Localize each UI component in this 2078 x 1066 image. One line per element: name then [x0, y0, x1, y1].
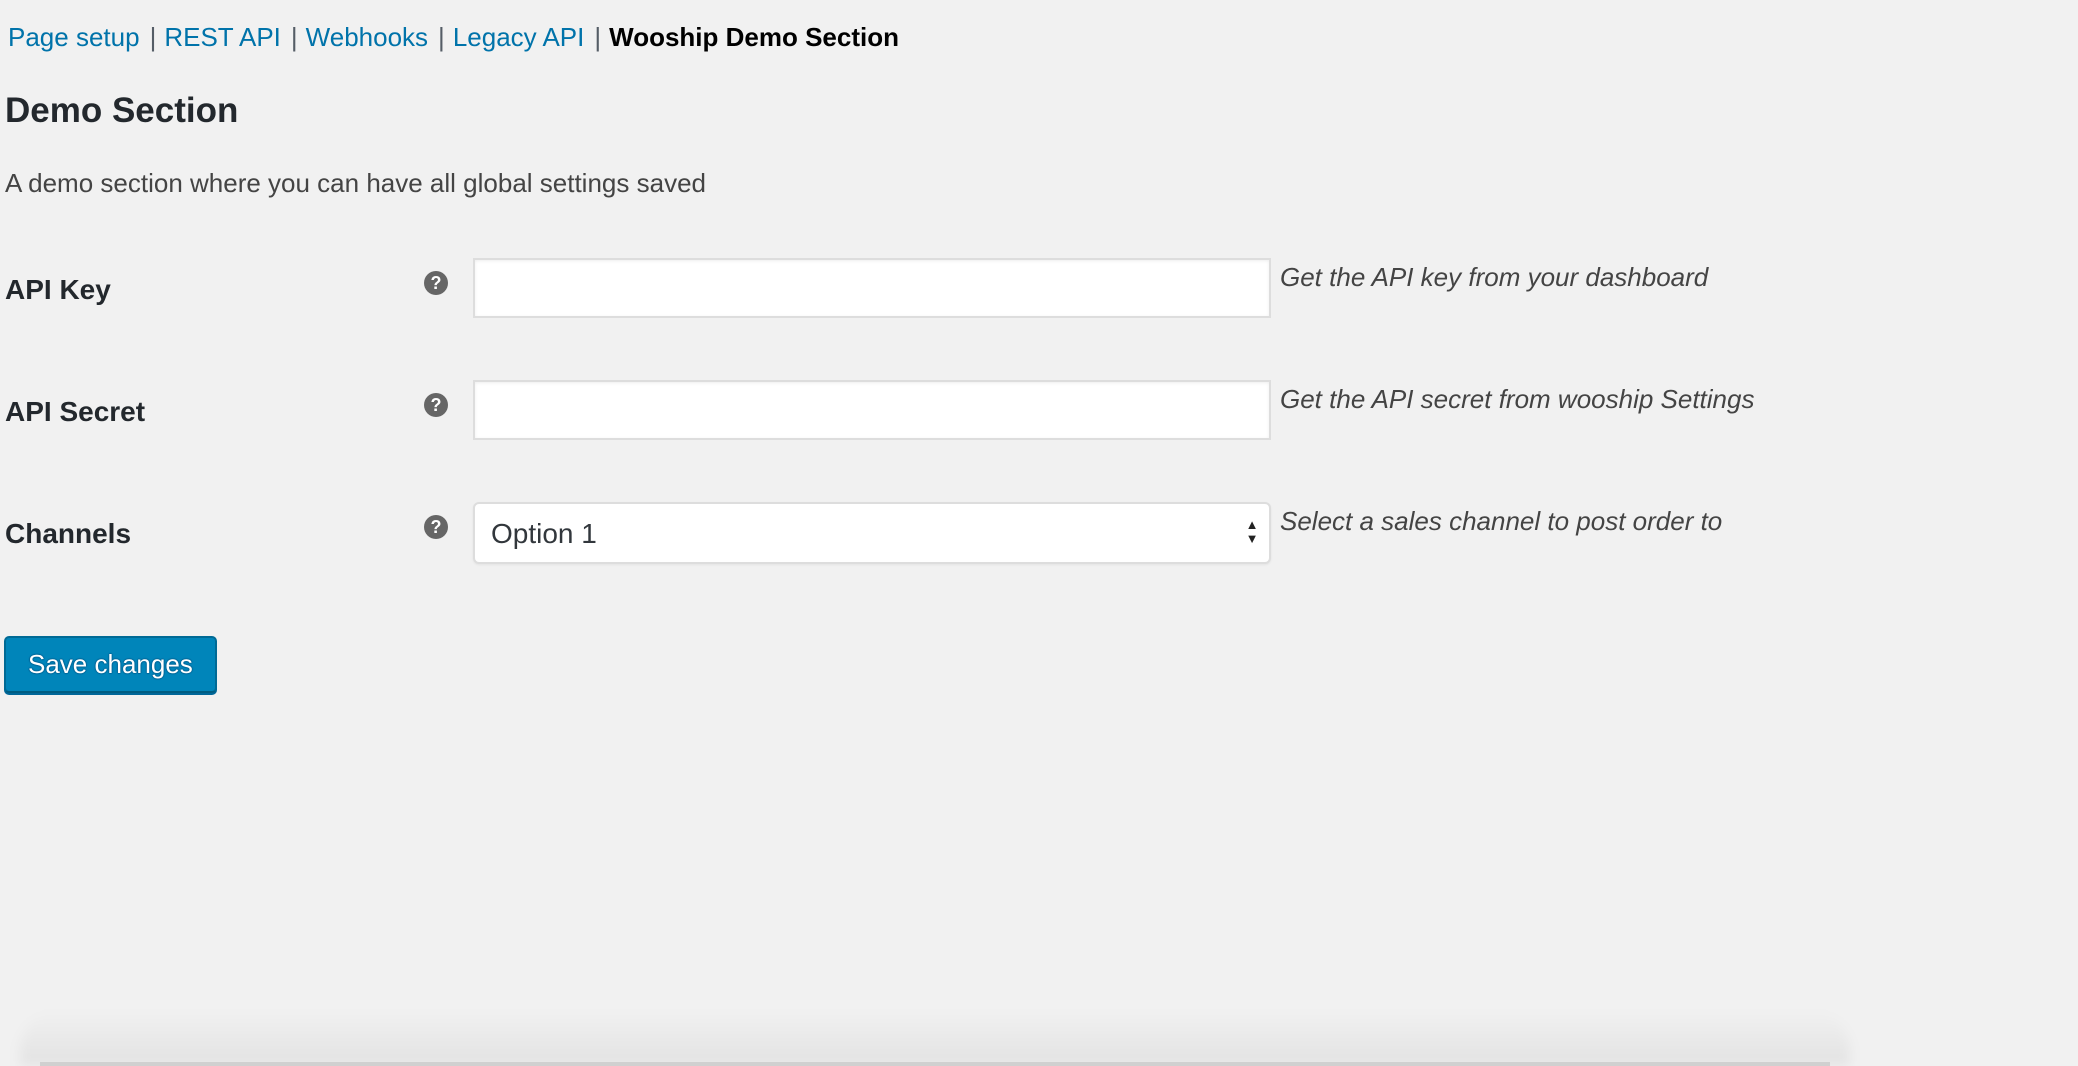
api-key-label: API Key — [5, 274, 111, 305]
channels-selected-value: Option 1 — [491, 518, 597, 549]
api-key-input[interactable] — [473, 258, 1271, 318]
api-secret-input[interactable] — [473, 380, 1271, 440]
api-secret-row: API Secret ? Get the API secret from woo… — [0, 380, 1900, 444]
nav-link-webhooks[interactable]: Webhooks — [306, 22, 428, 52]
channels-row: Channels ? Option 1 ▲ ▼ Select a sales ch… — [0, 502, 1900, 566]
channels-description: Select a sales channel to post order to — [1280, 506, 1723, 536]
nav-separator: | — [149, 22, 157, 52]
select-arrows-icon: ▲ ▼ — [1245, 517, 1259, 546]
section-title: Demo Section — [5, 91, 239, 130]
section-nav: Page setup | REST API | Webhooks | Legacy API |… — [8, 20, 899, 54]
section-description: A demo section where you can have all gl… — [5, 168, 706, 198]
nav-link-page-setup[interactable]: Page setup — [8, 22, 140, 52]
nav-separator: | — [594, 22, 602, 52]
footer-divider — [40, 1062, 1830, 1066]
nav-link-legacy-api[interactable]: Legacy API — [453, 22, 585, 52]
channels-select[interactable]: Option 1 ▲ ▼ — [473, 502, 1271, 564]
api-secret-label: API Secret — [5, 396, 146, 427]
question-circle-icon[interactable]: ? — [424, 271, 448, 295]
api-key-description: Get the API key from your dashboard — [1280, 262, 1709, 292]
question-circle-icon[interactable]: ? — [424, 515, 448, 539]
nav-link-rest-api[interactable]: REST API — [164, 22, 281, 52]
question-circle-icon[interactable]: ? — [424, 393, 448, 417]
channels-label: Channels — [5, 518, 132, 549]
nav-separator: | — [290, 22, 298, 52]
api-secret-description: Get the API secret from wooship Settings — [1280, 384, 1755, 414]
save-changes-button[interactable]: Save changes — [4, 636, 217, 693]
nav-separator: | — [438, 22, 445, 52]
nav-current-wooship-demo-section: Wooship Demo Section — [609, 22, 899, 52]
api-key-row: API Key ? Get the API key from your dash… — [0, 258, 1900, 322]
footer-shadow — [20, 1010, 1850, 1066]
